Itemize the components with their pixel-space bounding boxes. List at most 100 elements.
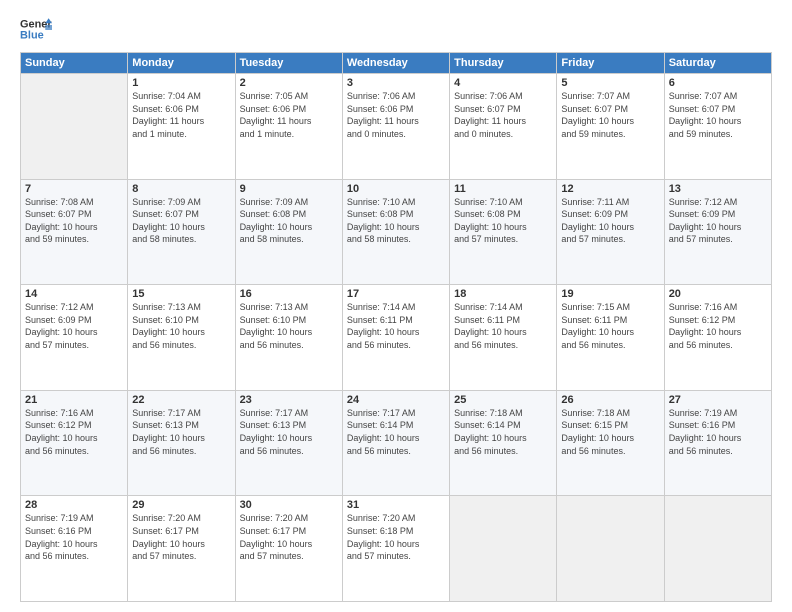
day-info: Sunrise: 7:17 AM Sunset: 6:13 PM Dayligh… xyxy=(132,407,230,457)
day-info: Sunrise: 7:16 AM Sunset: 6:12 PM Dayligh… xyxy=(25,407,123,457)
calendar-week-row: 21Sunrise: 7:16 AM Sunset: 6:12 PM Dayli… xyxy=(21,390,772,496)
calendar-day-cell: 14Sunrise: 7:12 AM Sunset: 6:09 PM Dayli… xyxy=(21,285,128,391)
day-info: Sunrise: 7:18 AM Sunset: 6:15 PM Dayligh… xyxy=(561,407,659,457)
day-info: Sunrise: 7:11 AM Sunset: 6:09 PM Dayligh… xyxy=(561,196,659,246)
day-number: 20 xyxy=(669,288,767,300)
day-number: 8 xyxy=(132,183,230,195)
logo-icon: General Blue xyxy=(20,16,52,44)
day-number: 27 xyxy=(669,394,767,406)
day-info: Sunrise: 7:13 AM Sunset: 6:10 PM Dayligh… xyxy=(132,301,230,351)
day-info: Sunrise: 7:14 AM Sunset: 6:11 PM Dayligh… xyxy=(454,301,552,351)
calendar-day-cell: 18Sunrise: 7:14 AM Sunset: 6:11 PM Dayli… xyxy=(450,285,557,391)
day-info: Sunrise: 7:16 AM Sunset: 6:12 PM Dayligh… xyxy=(669,301,767,351)
day-info: Sunrise: 7:20 AM Sunset: 6:18 PM Dayligh… xyxy=(347,512,445,562)
day-number: 13 xyxy=(669,183,767,195)
calendar-day-cell: 13Sunrise: 7:12 AM Sunset: 6:09 PM Dayli… xyxy=(664,179,771,285)
day-info: Sunrise: 7:19 AM Sunset: 6:16 PM Dayligh… xyxy=(669,407,767,457)
day-number: 26 xyxy=(561,394,659,406)
day-number: 11 xyxy=(454,183,552,195)
calendar-week-row: 1Sunrise: 7:04 AM Sunset: 6:06 PM Daylig… xyxy=(21,74,772,180)
calendar-day-cell xyxy=(557,496,664,602)
calendar-day-cell: 26Sunrise: 7:18 AM Sunset: 6:15 PM Dayli… xyxy=(557,390,664,496)
day-number: 19 xyxy=(561,288,659,300)
day-info: Sunrise: 7:06 AM Sunset: 6:07 PM Dayligh… xyxy=(454,90,552,140)
day-number: 28 xyxy=(25,499,123,511)
calendar-day-cell: 4Sunrise: 7:06 AM Sunset: 6:07 PM Daylig… xyxy=(450,74,557,180)
day-info: Sunrise: 7:10 AM Sunset: 6:08 PM Dayligh… xyxy=(454,196,552,246)
day-of-week-header: Saturday xyxy=(664,53,771,74)
day-number: 14 xyxy=(25,288,123,300)
day-info: Sunrise: 7:15 AM Sunset: 6:11 PM Dayligh… xyxy=(561,301,659,351)
day-info: Sunrise: 7:20 AM Sunset: 6:17 PM Dayligh… xyxy=(132,512,230,562)
day-info: Sunrise: 7:19 AM Sunset: 6:16 PM Dayligh… xyxy=(25,512,123,562)
day-info: Sunrise: 7:09 AM Sunset: 6:08 PM Dayligh… xyxy=(240,196,338,246)
calendar-day-cell: 2Sunrise: 7:05 AM Sunset: 6:06 PM Daylig… xyxy=(235,74,342,180)
day-of-week-header: Thursday xyxy=(450,53,557,74)
day-info: Sunrise: 7:09 AM Sunset: 6:07 PM Dayligh… xyxy=(132,196,230,246)
calendar-day-cell: 16Sunrise: 7:13 AM Sunset: 6:10 PM Dayli… xyxy=(235,285,342,391)
calendar-day-cell: 31Sunrise: 7:20 AM Sunset: 6:18 PM Dayli… xyxy=(342,496,449,602)
day-number: 25 xyxy=(454,394,552,406)
day-info: Sunrise: 7:07 AM Sunset: 6:07 PM Dayligh… xyxy=(561,90,659,140)
calendar-page: General Blue SundayMondayTuesdayWednesda… xyxy=(0,0,792,612)
day-info: Sunrise: 7:12 AM Sunset: 6:09 PM Dayligh… xyxy=(25,301,123,351)
calendar-day-cell xyxy=(450,496,557,602)
day-of-week-header: Friday xyxy=(557,53,664,74)
day-number: 3 xyxy=(347,77,445,89)
day-info: Sunrise: 7:18 AM Sunset: 6:14 PM Dayligh… xyxy=(454,407,552,457)
calendar-day-cell: 28Sunrise: 7:19 AM Sunset: 6:16 PM Dayli… xyxy=(21,496,128,602)
calendar-day-cell: 23Sunrise: 7:17 AM Sunset: 6:13 PM Dayli… xyxy=(235,390,342,496)
calendar-day-cell: 29Sunrise: 7:20 AM Sunset: 6:17 PM Dayli… xyxy=(128,496,235,602)
header: General Blue xyxy=(20,16,772,44)
calendar-day-cell: 10Sunrise: 7:10 AM Sunset: 6:08 PM Dayli… xyxy=(342,179,449,285)
day-info: Sunrise: 7:14 AM Sunset: 6:11 PM Dayligh… xyxy=(347,301,445,351)
calendar-day-cell: 21Sunrise: 7:16 AM Sunset: 6:12 PM Dayli… xyxy=(21,390,128,496)
calendar-day-cell: 22Sunrise: 7:17 AM Sunset: 6:13 PM Dayli… xyxy=(128,390,235,496)
calendar-table: SundayMondayTuesdayWednesdayThursdayFrid… xyxy=(20,52,772,602)
day-number: 21 xyxy=(25,394,123,406)
day-number: 5 xyxy=(561,77,659,89)
day-number: 6 xyxy=(669,77,767,89)
calendar-day-cell: 30Sunrise: 7:20 AM Sunset: 6:17 PM Dayli… xyxy=(235,496,342,602)
day-number: 7 xyxy=(25,183,123,195)
day-number: 17 xyxy=(347,288,445,300)
calendar-day-cell: 24Sunrise: 7:17 AM Sunset: 6:14 PM Dayli… xyxy=(342,390,449,496)
day-info: Sunrise: 7:20 AM Sunset: 6:17 PM Dayligh… xyxy=(240,512,338,562)
calendar-day-cell: 19Sunrise: 7:15 AM Sunset: 6:11 PM Dayli… xyxy=(557,285,664,391)
day-number: 24 xyxy=(347,394,445,406)
day-number: 23 xyxy=(240,394,338,406)
calendar-header-row: SundayMondayTuesdayWednesdayThursdayFrid… xyxy=(21,53,772,74)
day-of-week-header: Sunday xyxy=(21,53,128,74)
calendar-day-cell: 12Sunrise: 7:11 AM Sunset: 6:09 PM Dayli… xyxy=(557,179,664,285)
day-number: 15 xyxy=(132,288,230,300)
calendar-day-cell: 1Sunrise: 7:04 AM Sunset: 6:06 PM Daylig… xyxy=(128,74,235,180)
day-of-week-header: Wednesday xyxy=(342,53,449,74)
day-number: 29 xyxy=(132,499,230,511)
calendar-day-cell: 7Sunrise: 7:08 AM Sunset: 6:07 PM Daylig… xyxy=(21,179,128,285)
day-info: Sunrise: 7:04 AM Sunset: 6:06 PM Dayligh… xyxy=(132,90,230,140)
calendar-day-cell: 20Sunrise: 7:16 AM Sunset: 6:12 PM Dayli… xyxy=(664,285,771,391)
day-info: Sunrise: 7:17 AM Sunset: 6:14 PM Dayligh… xyxy=(347,407,445,457)
day-number: 1 xyxy=(132,77,230,89)
calendar-day-cell: 5Sunrise: 7:07 AM Sunset: 6:07 PM Daylig… xyxy=(557,74,664,180)
day-info: Sunrise: 7:08 AM Sunset: 6:07 PM Dayligh… xyxy=(25,196,123,246)
day-info: Sunrise: 7:13 AM Sunset: 6:10 PM Dayligh… xyxy=(240,301,338,351)
day-of-week-header: Monday xyxy=(128,53,235,74)
calendar-day-cell xyxy=(664,496,771,602)
calendar-day-cell: 8Sunrise: 7:09 AM Sunset: 6:07 PM Daylig… xyxy=(128,179,235,285)
calendar-day-cell xyxy=(21,74,128,180)
day-of-week-header: Tuesday xyxy=(235,53,342,74)
day-info: Sunrise: 7:12 AM Sunset: 6:09 PM Dayligh… xyxy=(669,196,767,246)
calendar-week-row: 7Sunrise: 7:08 AM Sunset: 6:07 PM Daylig… xyxy=(21,179,772,285)
day-number: 22 xyxy=(132,394,230,406)
day-number: 2 xyxy=(240,77,338,89)
calendar-week-row: 14Sunrise: 7:12 AM Sunset: 6:09 PM Dayli… xyxy=(21,285,772,391)
day-number: 12 xyxy=(561,183,659,195)
day-info: Sunrise: 7:17 AM Sunset: 6:13 PM Dayligh… xyxy=(240,407,338,457)
day-number: 4 xyxy=(454,77,552,89)
calendar-day-cell: 11Sunrise: 7:10 AM Sunset: 6:08 PM Dayli… xyxy=(450,179,557,285)
calendar-day-cell: 17Sunrise: 7:14 AM Sunset: 6:11 PM Dayli… xyxy=(342,285,449,391)
day-number: 10 xyxy=(347,183,445,195)
calendar-day-cell: 3Sunrise: 7:06 AM Sunset: 6:06 PM Daylig… xyxy=(342,74,449,180)
day-info: Sunrise: 7:05 AM Sunset: 6:06 PM Dayligh… xyxy=(240,90,338,140)
